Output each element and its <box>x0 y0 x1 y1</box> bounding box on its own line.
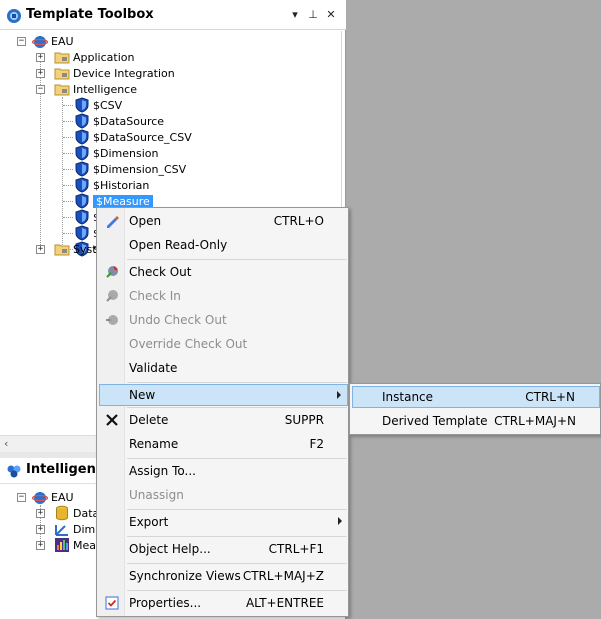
template-shield-icon <box>75 161 89 177</box>
submenu-item-derived-template[interactable]: Derived Template CTRL+MAJ+N <box>352 410 600 432</box>
expand-icon[interactable]: + <box>36 69 45 78</box>
template-shield-icon <box>75 177 89 193</box>
tree-item-system[interactable]: Syst <box>54 241 97 257</box>
template-shield-icon <box>75 145 89 161</box>
menu-item-open-read-only[interactable]: Open Read-Only <box>99 234 348 256</box>
tree-item-device-integration[interactable]: Device Integration <box>54 65 175 81</box>
intelligence-item-data[interactable]: Data <box>54 505 99 521</box>
expand-icon[interactable]: + <box>36 541 45 550</box>
pin-icon[interactable]: ⊥ <box>306 8 320 22</box>
menu-item-assign-to[interactable]: Assign To... <box>99 460 348 482</box>
collapse-icon[interactable]: − <box>36 85 45 94</box>
intelligence-item-dimension[interactable]: Dim <box>54 521 95 537</box>
dimension-icon <box>55 525 68 536</box>
menu-item-open[interactable]: Open CTRL+O <box>99 210 348 232</box>
close-icon[interactable]: ✕ <box>324 8 338 22</box>
menu-item-rename[interactable]: Rename F2 <box>99 433 348 455</box>
tree-item-datasource-csv[interactable]: $DataSource_CSV <box>74 129 192 145</box>
template-shield-icon <box>75 113 89 129</box>
undo-check-out-icon <box>106 315 118 325</box>
check-in-icon <box>106 290 118 302</box>
toolset-folder-icon <box>54 68 70 80</box>
template-shield-icon <box>75 97 89 113</box>
expand-icon[interactable]: + <box>36 525 45 534</box>
database-icon <box>56 505 68 521</box>
menu-item-synchronize-views[interactable]: Synchronize Views CTRL+MAJ+Z <box>99 565 348 587</box>
expand-icon[interactable]: + <box>36 53 45 62</box>
context-menu: Open CTRL+O Open Read-Only Check Out Che… <box>96 207 349 617</box>
tree-item-csv[interactable]: $CSV <box>74 97 122 113</box>
expand-icon[interactable]: + <box>36 245 45 254</box>
tree-root-label: EAU <box>51 34 74 48</box>
toolbox-icon <box>7 9 21 23</box>
toolset-folder-icon <box>54 244 70 256</box>
open-icon <box>107 216 119 228</box>
new-submenu: Instance CTRL+N Derived Template CTRL+MA… <box>349 383 601 435</box>
tree-item-dimension[interactable]: $Dimension <box>74 145 158 161</box>
selected-tree-label: $Measure <box>93 194 153 208</box>
intelligence-icon <box>7 465 21 478</box>
dropdown-icon[interactable]: ▾ <box>288 8 302 22</box>
template-shield-icon <box>75 209 89 225</box>
menu-item-unassign[interactable]: Unassign <box>99 484 348 506</box>
template-shield-icon <box>75 225 89 241</box>
tree-item-intelligence[interactable]: Intelligence <box>54 81 137 97</box>
tree-item-dimension-csv[interactable]: $Dimension_CSV <box>74 161 186 177</box>
tree-root[interactable]: EAU <box>32 33 74 49</box>
tree-item-application[interactable]: Application <box>54 49 134 65</box>
menu-item-properties[interactable]: Properties... ALT+ENTREE <box>99 592 348 614</box>
scroll-left-icon[interactable]: ‹ <box>4 437 8 450</box>
root-collapse-icon[interactable]: − <box>17 493 26 502</box>
menu-item-undo-check-out[interactable]: Undo Check Out <box>99 309 348 331</box>
toolbox-title: Template Toolbox <box>26 7 154 22</box>
menu-item-override-check-out[interactable]: Override Check Out <box>99 333 348 355</box>
submenu-arrow-icon <box>338 517 342 525</box>
properties-icon <box>105 596 119 610</box>
toolbox-header: Template Toolbox ▾ ⊥ ✕ <box>0 0 346 30</box>
submenu-item-instance[interactable]: Instance CTRL+N <box>352 386 600 408</box>
expand-icon[interactable]: + <box>36 509 45 518</box>
tree-item-datasource[interactable]: $DataSource <box>74 113 164 129</box>
menu-item-validate[interactable]: Validate <box>99 357 348 379</box>
template-shield-icon <box>75 129 89 145</box>
galaxy-icon <box>32 492 48 504</box>
intelligence-root[interactable]: EAU <box>32 489 74 505</box>
root-collapse-icon[interactable]: − <box>17 37 26 46</box>
submenu-arrow-icon <box>337 391 341 399</box>
menu-item-new[interactable]: New <box>99 384 348 406</box>
menu-item-check-out[interactable]: Check Out <box>99 261 348 283</box>
menu-item-object-help[interactable]: Object Help... CTRL+F1 <box>99 538 348 560</box>
check-out-icon <box>106 266 118 278</box>
toolset-folder-icon <box>54 84 70 96</box>
menu-item-delete[interactable]: Delete SUPPR <box>99 409 348 431</box>
template-shield-icon <box>75 193 89 209</box>
measure-icon <box>55 538 69 552</box>
menu-item-export[interactable]: Export <box>99 511 348 533</box>
delete-icon <box>106 414 118 426</box>
toolset-folder-icon <box>54 52 70 64</box>
intelligence-item-measure[interactable]: Mea <box>54 537 96 553</box>
menu-item-check-in[interactable]: Check In <box>99 285 348 307</box>
galaxy-icon <box>32 36 48 48</box>
tree-item-historian[interactable]: $Historian <box>74 177 149 193</box>
